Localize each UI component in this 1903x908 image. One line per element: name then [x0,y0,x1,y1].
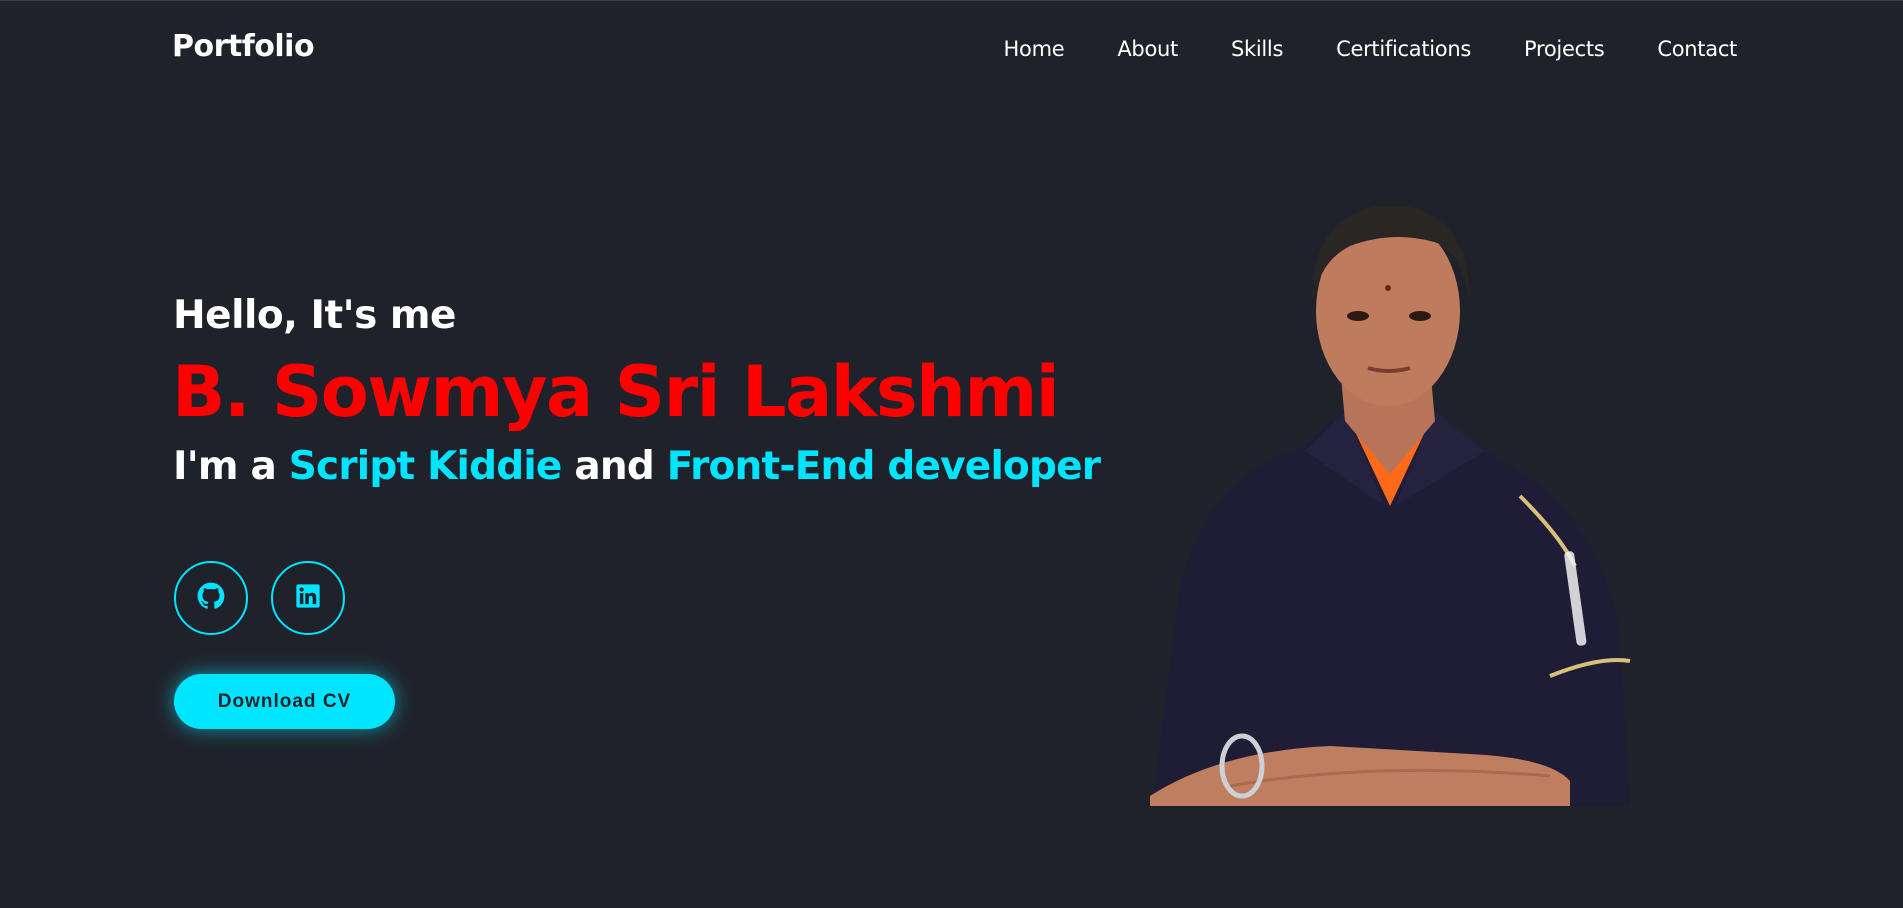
main-nav: Home About Skills Certifications Project… [1004,37,1738,61]
nav-certifications[interactable]: Certifications [1336,37,1471,61]
linkedin-icon [294,582,322,614]
role-join: and [574,444,654,489]
github-icon [197,582,225,614]
portfolio-page: Portfolio Home About Skills Certificatio… [0,0,1903,908]
download-cv-button[interactable]: Download CV [174,674,395,729]
role-prefix: I'm a [173,444,277,489]
brand-logo[interactable]: Portfolio [172,29,315,64]
nav-about[interactable]: About [1117,37,1178,61]
nav-home[interactable]: Home [1004,37,1065,61]
hero-greeting: Hello, It's me [173,293,457,338]
nav-skills[interactable]: Skills [1231,37,1283,61]
role-script-kiddie: Script Kiddie [288,444,563,489]
nav-contact[interactable]: Contact [1657,37,1737,61]
nav-projects[interactable]: Projects [1524,37,1605,61]
linkedin-link[interactable] [271,561,345,635]
profile-photo [1150,206,1631,806]
github-link[interactable] [174,561,248,635]
hero-role: I'm a Script Kiddie and Front-End develo… [173,444,1101,489]
hero-name: B. Sowmya Sri Lakshmi [172,351,1060,433]
role-frontend: Front-End developer [666,444,1101,489]
